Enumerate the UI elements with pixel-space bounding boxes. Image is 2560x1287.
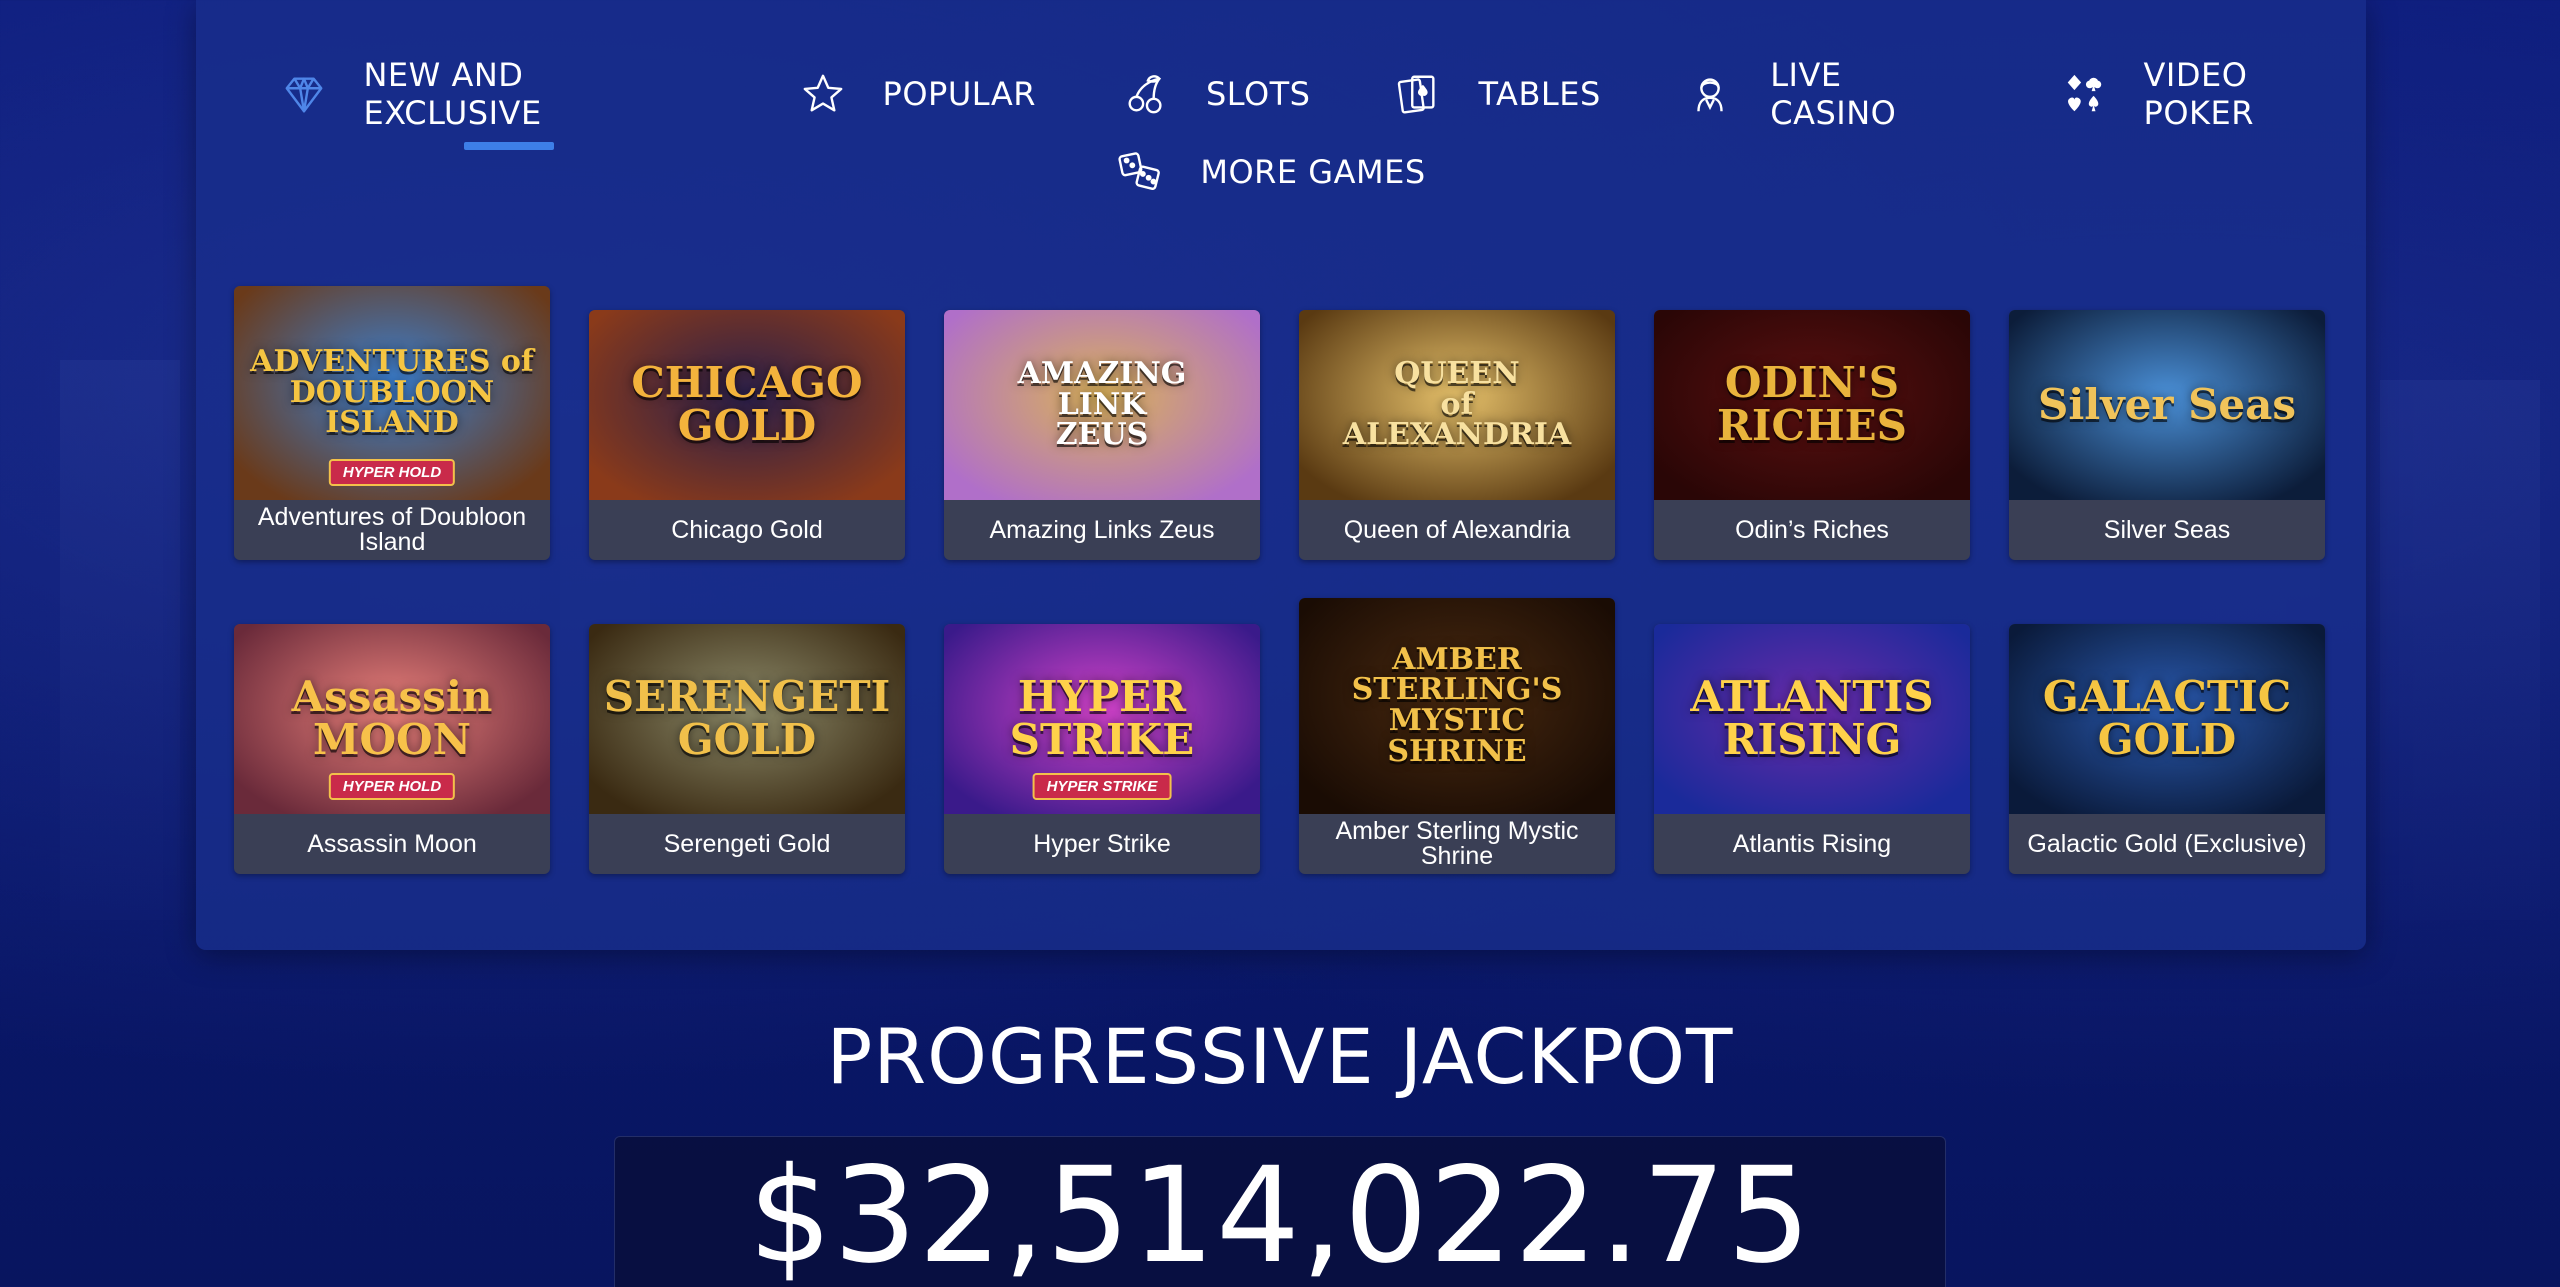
game-title[interactable]: Amber Sterling Mystic Shrine bbox=[1299, 814, 1615, 874]
tab-label: SLOTS bbox=[1205, 75, 1311, 113]
tab-label: POPULAR bbox=[882, 75, 1036, 113]
game-logo-text: SERENGETI GOLD bbox=[603, 672, 891, 764]
games-panel: NEW AND EXCLUSIVE POPULAR SLOTS TABLES L… bbox=[196, 0, 2366, 950]
game-card[interactable]: Silver Seas Silver Seas bbox=[2009, 310, 2325, 560]
dice-icon bbox=[1116, 148, 1164, 196]
tab-live-casino[interactable]: LIVE CASINO bbox=[1687, 56, 1976, 132]
game-title[interactable]: Amazing Links Zeus bbox=[944, 500, 1260, 560]
game-title[interactable]: Galactic Gold (Exclusive) bbox=[2009, 814, 2325, 874]
game-thumbnail[interactable]: ATLANTIS RISING bbox=[1654, 624, 1970, 814]
game-title[interactable]: Silver Seas bbox=[2009, 500, 2325, 560]
game-badge: HYPER STRIKE bbox=[1032, 773, 1172, 800]
game-card[interactable]: ATLANTIS RISING Atlantis Rising bbox=[1654, 624, 1970, 874]
game-title[interactable]: Adventures of Doubloon Island bbox=[234, 500, 550, 560]
game-thumbnail[interactable]: CHICAGO GOLD bbox=[589, 310, 905, 500]
tab-label: VIDEO POKER bbox=[2143, 56, 2254, 132]
tab-tables[interactable]: TABLES bbox=[1394, 66, 1600, 122]
game-logo-text: Silver Seas bbox=[2037, 379, 2297, 429]
tab-label: MORE GAMES bbox=[1200, 153, 1426, 191]
category-nav: NEW AND EXCLUSIVE POPULAR SLOTS TABLES L… bbox=[196, 56, 2366, 150]
playing-cards-icon bbox=[1394, 70, 1442, 118]
game-thumbnail[interactable]: Silver Seas bbox=[2009, 310, 2325, 500]
tab-video-poker[interactable]: VIDEO POKER bbox=[2060, 56, 2366, 132]
game-thumbnail[interactable]: QUEEN of ALEXANDRIA bbox=[1299, 310, 1615, 500]
diamond-icon bbox=[280, 70, 327, 118]
category-nav-row-2: MORE GAMES bbox=[196, 144, 2366, 200]
game-title[interactable]: Atlantis Rising bbox=[1654, 814, 1970, 874]
game-logo-text: AMAZING LINK ZEUS bbox=[1017, 356, 1187, 453]
game-thumbnail[interactable]: AMAZING LINK ZEUS bbox=[944, 310, 1260, 500]
game-logo-text: AMBER STERLING'S MYSTIC SHRINE bbox=[1351, 641, 1563, 769]
game-thumbnail[interactable]: ADVENTURES of DOUBLOON ISLAND HYPER HOLD bbox=[234, 286, 550, 500]
game-title[interactable]: Odin’s Riches bbox=[1654, 500, 1970, 560]
game-thumbnail[interactable]: HYPER STRIKE HYPER STRIKE bbox=[944, 624, 1260, 814]
game-thumbnail[interactable]: AMBER STERLING'S MYSTIC SHRINE bbox=[1299, 598, 1615, 814]
game-logo-text: GALACTIC GOLD bbox=[2042, 672, 2292, 764]
game-card[interactable]: SERENGETI GOLD Serengeti Gold bbox=[589, 624, 905, 874]
dealer-icon bbox=[1687, 70, 1734, 118]
game-title[interactable]: Chicago Gold bbox=[589, 500, 905, 560]
tab-more-games[interactable]: MORE GAMES bbox=[1116, 144, 1425, 200]
game-card[interactable]: AMAZING LINK ZEUS Amazing Links Zeus bbox=[944, 310, 1260, 560]
game-card[interactable]: HYPER STRIKE HYPER STRIKE Hyper Strike bbox=[944, 624, 1260, 874]
tab-popular[interactable]: POPULAR bbox=[799, 66, 1036, 122]
game-thumbnail[interactable]: GALACTIC GOLD bbox=[2009, 624, 2325, 814]
game-card[interactable]: CHICAGO GOLD Chicago Gold bbox=[589, 310, 905, 560]
game-logo-text: QUEEN of ALEXANDRIA bbox=[1342, 356, 1572, 453]
game-title[interactable]: Serengeti Gold bbox=[589, 814, 905, 874]
game-card[interactable]: GALACTIC GOLD Galactic Gold (Exclusive) bbox=[2009, 624, 2325, 874]
cherries-icon bbox=[1122, 70, 1170, 118]
jackpot-title: PROGRESSIVE JACKPOT bbox=[826, 1012, 1734, 1101]
game-logo-text: CHICAGO GOLD bbox=[631, 358, 863, 450]
game-card[interactable]: QUEEN of ALEXANDRIA Queen of Alexandria bbox=[1299, 310, 1615, 560]
game-logo-text: ADVENTURES of DOUBLOON ISLAND bbox=[250, 344, 534, 441]
game-card[interactable]: Assassin MOON HYPER HOLD Assassin Moon bbox=[234, 624, 550, 874]
game-logo-text: HYPER STRIKE bbox=[1009, 672, 1195, 764]
game-title[interactable]: Queen of Alexandria bbox=[1299, 500, 1615, 560]
game-logo-text: ODIN'S RICHES bbox=[1716, 358, 1907, 450]
game-logo-text: ATLANTIS RISING bbox=[1690, 672, 1934, 764]
jackpot-amount: $32,514,022.75 bbox=[748, 1139, 1812, 1287]
game-logo-text: Assassin MOON bbox=[291, 672, 493, 764]
tab-label: TABLES bbox=[1478, 75, 1601, 113]
game-title[interactable]: Hyper Strike bbox=[944, 814, 1260, 874]
card-suits-icon bbox=[2060, 70, 2107, 118]
tab-slots[interactable]: SLOTS bbox=[1122, 66, 1311, 122]
game-thumbnail[interactable]: Assassin MOON HYPER HOLD bbox=[234, 624, 550, 814]
game-badge: HYPER HOLD bbox=[328, 459, 456, 486]
game-title[interactable]: Assassin Moon bbox=[234, 814, 550, 874]
game-card[interactable]: ODIN'S RICHES Odin’s Riches bbox=[1654, 310, 1970, 560]
game-card[interactable]: AMBER STERLING'S MYSTIC SHRINE Amber Ster… bbox=[1299, 598, 1615, 874]
star-icon bbox=[799, 70, 847, 118]
game-card[interactable]: ADVENTURES of DOUBLOON ISLAND HYPER HOLD A… bbox=[234, 286, 550, 560]
game-badge: HYPER HOLD bbox=[328, 773, 456, 800]
tab-new-and-exclusive[interactable]: NEW AND EXCLUSIVE bbox=[280, 56, 709, 150]
game-thumbnail[interactable]: ODIN'S RICHES bbox=[1654, 310, 1970, 500]
tab-label: NEW AND EXCLUSIVE bbox=[363, 56, 542, 132]
jackpot-display: $32,514,022.75 bbox=[614, 1136, 1946, 1287]
tab-label: LIVE CASINO bbox=[1770, 56, 1897, 132]
game-thumbnail[interactable]: SERENGETI GOLD bbox=[589, 624, 905, 814]
